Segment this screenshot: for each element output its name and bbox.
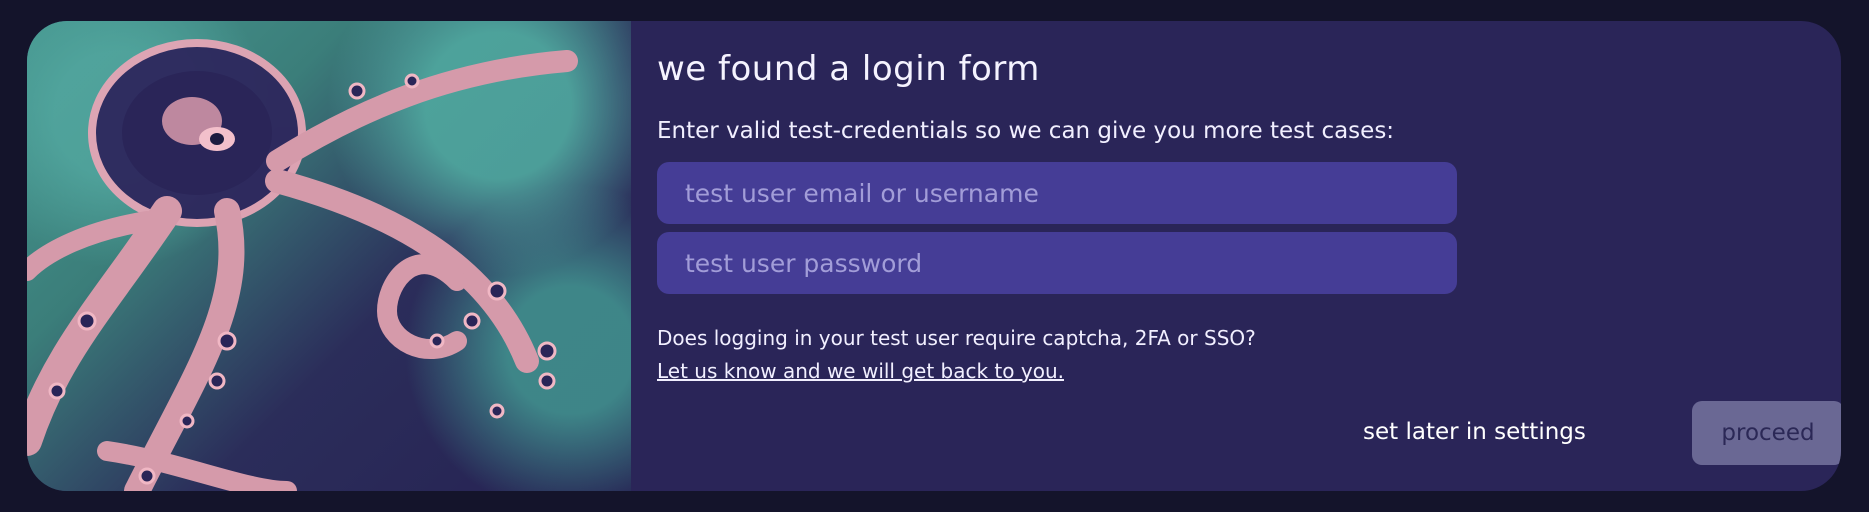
login-form-dialog: we found a login form Enter valid test-c… bbox=[27, 21, 1841, 491]
octopus-illustration bbox=[27, 21, 631, 491]
email-field[interactable] bbox=[657, 162, 1457, 224]
contact-support-link[interactable]: Let us know and we will get back to you. bbox=[657, 359, 1064, 383]
password-field[interactable] bbox=[657, 232, 1457, 294]
dialog-title: we found a login form bbox=[657, 49, 1040, 89]
dialog-content: we found a login form Enter valid test-c… bbox=[657, 21, 1841, 491]
octopus-art bbox=[27, 39, 578, 491]
help-question: Does logging in your test user require c… bbox=[657, 326, 1256, 350]
set-later-button[interactable]: set later in settings bbox=[1363, 419, 1586, 445]
proceed-button[interactable]: proceed bbox=[1692, 401, 1841, 465]
dialog-subtitle: Enter valid test-credentials so we can g… bbox=[657, 118, 1395, 144]
